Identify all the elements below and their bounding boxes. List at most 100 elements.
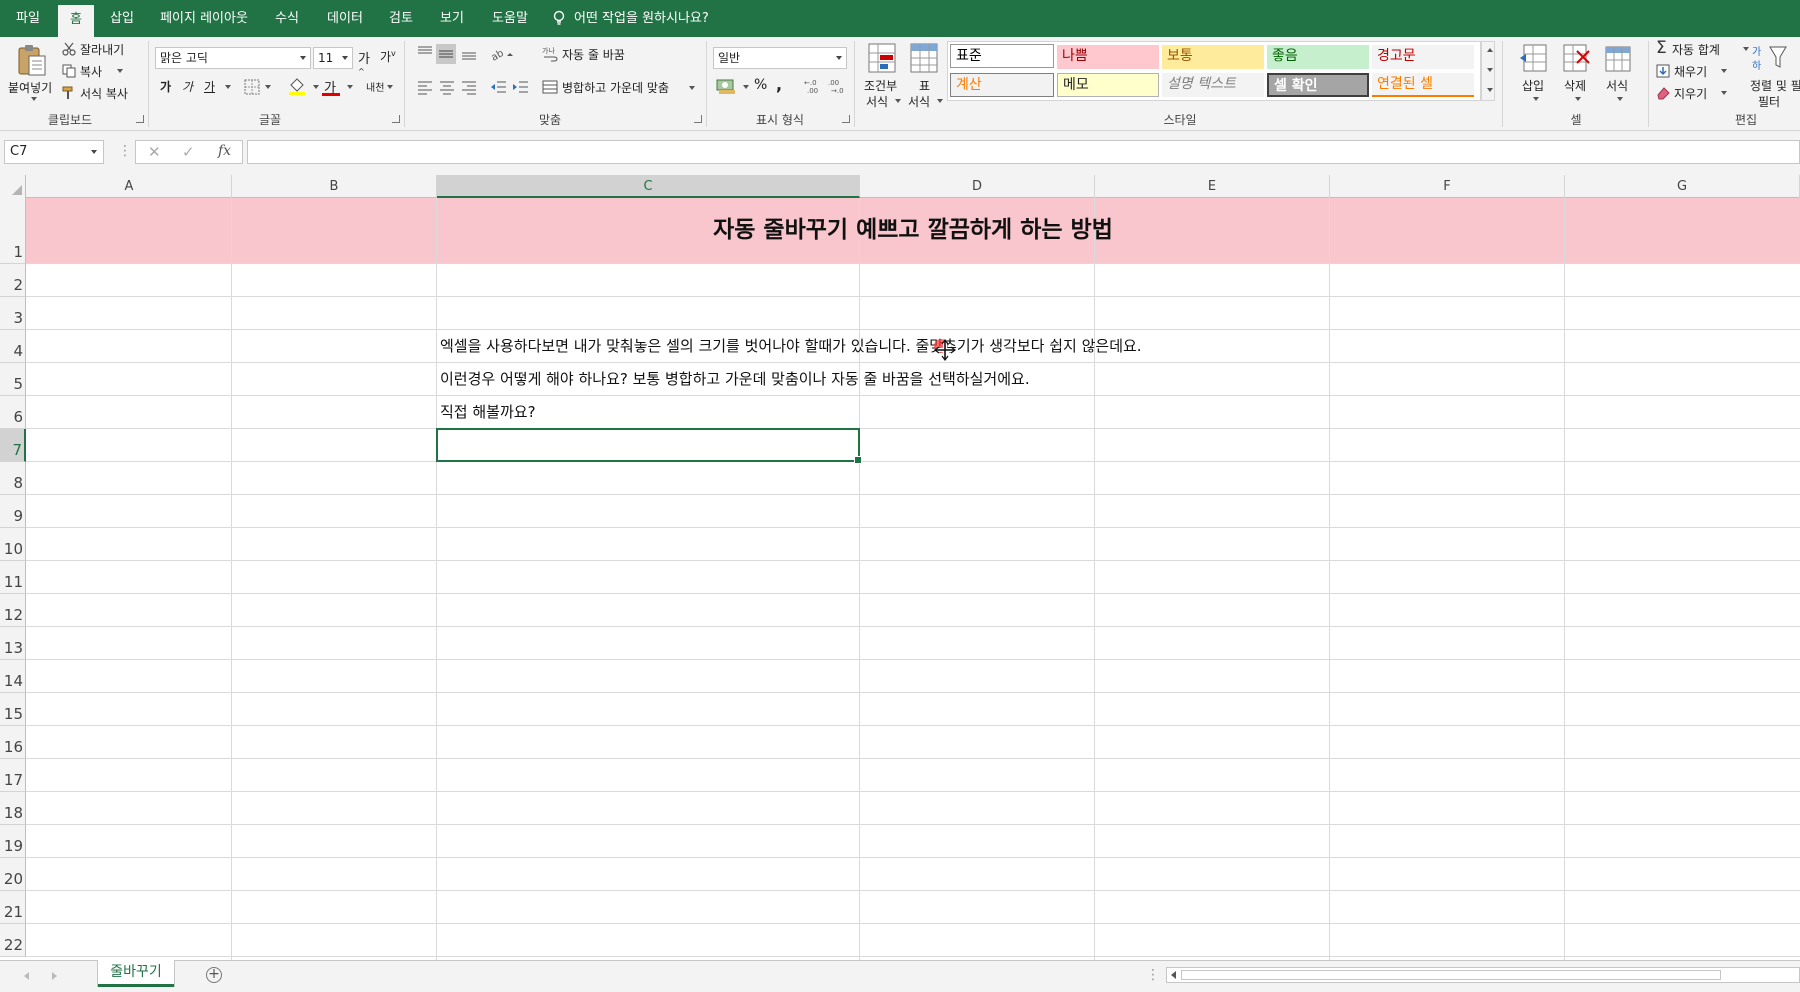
- style-warning-text[interactable]: 경고문: [1372, 45, 1474, 69]
- alignment-launcher-icon[interactable]: [694, 115, 702, 123]
- insert-cells-button[interactable]: 삽입: [1516, 41, 1552, 109]
- row-header-14[interactable]: 14: [0, 660, 26, 693]
- row-header-3[interactable]: 3: [0, 297, 26, 330]
- tab-insert[interactable]: 삽입: [102, 0, 142, 37]
- horizontal-scrollbar[interactable]: [1166, 967, 1800, 983]
- tab-view[interactable]: 보기: [432, 0, 472, 37]
- row-header-10[interactable]: 10: [0, 528, 26, 561]
- cancel-icon[interactable]: ✕: [148, 143, 161, 161]
- column-header-c[interactable]: C: [437, 175, 860, 198]
- row-header-11[interactable]: 11: [0, 561, 26, 594]
- format-painter-button[interactable]: 서식 복사: [62, 84, 142, 104]
- bold-button[interactable]: 가: [160, 78, 176, 96]
- column-header-g[interactable]: G: [1565, 175, 1800, 198]
- cell-c6[interactable]: 직접 해볼까요?: [440, 396, 536, 429]
- tab-page-layout[interactable]: 페이지 레이아웃: [152, 0, 256, 37]
- tab-splitter-icon[interactable]: ⋮: [1146, 967, 1160, 983]
- style-neutral[interactable]: 보통: [1162, 45, 1264, 69]
- row-header-2[interactable]: 2: [0, 264, 26, 297]
- tell-me-search[interactable]: 어떤 작업을 원하시나요?: [552, 0, 709, 37]
- align-center-icon[interactable]: [438, 79, 456, 95]
- row-header-21[interactable]: 21: [0, 891, 26, 924]
- wrap-text-button[interactable]: 가나 자동 줄 바꿈: [542, 45, 662, 63]
- delete-cells-button[interactable]: 삭제: [1558, 41, 1594, 109]
- align-left-icon[interactable]: [416, 79, 434, 95]
- align-middle-icon[interactable]: [436, 44, 456, 64]
- column-header-e[interactable]: E: [1095, 175, 1330, 198]
- scroll-tabs-left-icon[interactable]: [24, 972, 29, 980]
- style-good[interactable]: 좋음: [1267, 45, 1369, 69]
- column-header-d[interactable]: D: [860, 175, 1095, 198]
- style-calculation[interactable]: 계산: [950, 73, 1054, 97]
- decrease-font-icon[interactable]: 가v: [380, 48, 396, 66]
- row-header-8[interactable]: 8: [0, 462, 26, 495]
- row-header-12[interactable]: 12: [0, 594, 26, 627]
- decrease-decimal-icon[interactable]: .00→.0: [828, 77, 848, 95]
- number-format-select[interactable]: 일반: [713, 47, 847, 69]
- sort-filter-button[interactable]: 가하 정렬 및 필 필터: [1748, 41, 1800, 109]
- format-as-table-button[interactable]: 표 서식: [906, 41, 943, 109]
- autosum-button[interactable]: Σ 자동 합계: [1656, 38, 1749, 60]
- borders-button[interactable]: [244, 79, 272, 97]
- column-header-b[interactable]: B: [232, 175, 437, 198]
- increase-indent-icon[interactable]: [512, 79, 530, 95]
- font-color-button[interactable]: 가: [322, 77, 354, 99]
- decrease-indent-icon[interactable]: [490, 79, 508, 95]
- comma-icon[interactable]: ,: [776, 75, 788, 95]
- clipboard-launcher-icon[interactable]: [136, 115, 144, 123]
- row-header-17[interactable]: 17: [0, 759, 26, 792]
- row-header-15[interactable]: 15: [0, 693, 26, 726]
- gallery-up-icon[interactable]: [1487, 48, 1493, 52]
- sheet-tab-active[interactable]: 줄바꾸기: [98, 960, 174, 987]
- copy-button[interactable]: 복사: [62, 62, 142, 82]
- style-check-cell[interactable]: 셀 확인: [1267, 73, 1369, 97]
- tab-file[interactable]: 파일: [8, 0, 48, 37]
- number-launcher-icon[interactable]: [842, 115, 850, 123]
- style-linked-cell[interactable]: 연결된 셀: [1372, 73, 1474, 97]
- format-cells-button[interactable]: 서식: [1600, 41, 1636, 109]
- scroll-tabs-right-icon[interactable]: [52, 972, 57, 980]
- underline-button[interactable]: 가: [204, 78, 220, 96]
- gallery-more-icon[interactable]: [1487, 88, 1493, 92]
- scrollbar-thumb[interactable]: [1181, 970, 1721, 980]
- formula-input[interactable]: [247, 140, 1800, 164]
- font-size-select[interactable]: 11: [313, 47, 353, 69]
- conditional-formatting-button[interactable]: 조건부 서식: [862, 41, 902, 109]
- phonetic-button[interactable]: 내천: [366, 79, 396, 97]
- style-note[interactable]: 메모: [1057, 73, 1159, 97]
- tab-help[interactable]: 도움말: [482, 0, 538, 37]
- style-bad[interactable]: 나쁨: [1057, 45, 1159, 69]
- font-launcher-icon[interactable]: [392, 115, 400, 123]
- row-header-1[interactable]: 1: [0, 198, 26, 264]
- active-cell-c7[interactable]: [436, 428, 862, 464]
- paste-button[interactable]: 붙여넣기: [8, 41, 54, 101]
- orientation-icon[interactable]: ab: [490, 45, 516, 61]
- align-bottom-icon[interactable]: [460, 45, 478, 61]
- style-normal[interactable]: 표준: [950, 44, 1054, 68]
- row-header-16[interactable]: 16: [0, 726, 26, 759]
- sheet-title-cell[interactable]: 자동 줄바꾸기 예쁘고 깔끔하게 하는 방법: [26, 198, 1800, 263]
- style-explanatory-text[interactable]: 설명 텍스트: [1162, 73, 1264, 97]
- gallery-down-icon[interactable]: [1487, 68, 1493, 72]
- add-sheet-icon[interactable]: +: [206, 967, 222, 983]
- row-header-6[interactable]: 6: [0, 396, 26, 429]
- name-box[interactable]: C7: [4, 140, 104, 164]
- accounting-format-button[interactable]: [716, 77, 750, 97]
- row-header-13[interactable]: 13: [0, 627, 26, 660]
- tab-home[interactable]: 홈: [58, 5, 94, 37]
- merge-center-button[interactable]: 병합하고 가운데 맞춤: [542, 77, 698, 97]
- tab-review[interactable]: 검토: [380, 0, 422, 37]
- align-top-icon[interactable]: [416, 45, 434, 61]
- scroll-left-icon[interactable]: [1171, 971, 1176, 979]
- cell-c4[interactable]: 엑셀을 사용하다보면 내가 맞춰놓은 셀의 크기를 벗어나야 할때가 있습니다.…: [440, 330, 1142, 363]
- enter-icon[interactable]: ✓: [182, 143, 195, 161]
- underline-dropdown-icon[interactable]: [225, 85, 231, 89]
- fill-button[interactable]: 채우기: [1656, 62, 1727, 82]
- column-header-f[interactable]: F: [1330, 175, 1565, 198]
- percent-icon[interactable]: %: [754, 77, 770, 97]
- row-header-5[interactable]: 5: [0, 363, 26, 396]
- row-header-22[interactable]: 22: [0, 924, 26, 957]
- increase-decimal-icon[interactable]: ←.0.00: [804, 77, 824, 95]
- row-header-9[interactable]: 9: [0, 495, 26, 528]
- gallery-scroll[interactable]: [1481, 41, 1495, 101]
